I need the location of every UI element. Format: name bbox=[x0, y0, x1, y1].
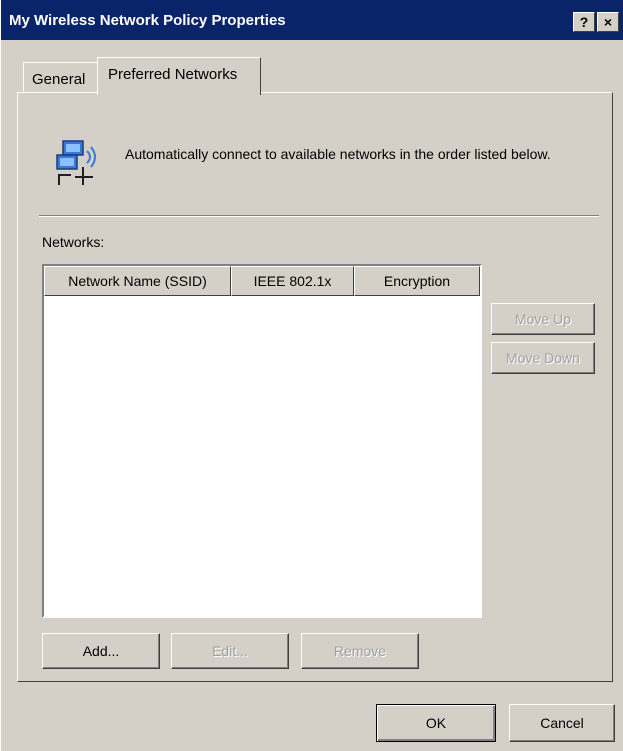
help-icon[interactable]: ? bbox=[573, 12, 595, 32]
networks-list[interactable]: Network Name (SSID) IEEE 802.1x Encrypti… bbox=[42, 264, 482, 618]
tab-general[interactable]: General bbox=[23, 62, 98, 92]
window-title: My Wireless Network Policy Properties bbox=[9, 12, 286, 29]
info-text: Automatically connect to available netwo… bbox=[125, 146, 551, 162]
tab-general-label: General bbox=[32, 71, 86, 88]
remove-button[interactable]: Remove bbox=[301, 633, 419, 669]
add-button[interactable]: Add... bbox=[42, 633, 160, 669]
networks-label: Networks: bbox=[42, 234, 105, 250]
cancel-button[interactable]: Cancel bbox=[509, 704, 615, 742]
dialog-window: My Wireless Network Policy Properties ? … bbox=[0, 0, 623, 751]
title-bar: My Wireless Network Policy Properties ? … bbox=[1, 0, 623, 40]
column-header-encryption[interactable]: Encryption bbox=[354, 266, 480, 296]
edit-button[interactable]: Edit... bbox=[171, 633, 289, 669]
move-up-button[interactable]: Move Up bbox=[491, 303, 595, 335]
move-down-button[interactable]: Move Down bbox=[491, 342, 595, 374]
ok-button[interactable]: OK bbox=[376, 704, 496, 742]
tab-preferred-networks[interactable]: Preferred Networks bbox=[97, 57, 261, 95]
separator bbox=[39, 215, 599, 217]
tab-preferred-networks-label: Preferred Networks bbox=[108, 66, 238, 83]
column-header-ssid[interactable]: Network Name (SSID) bbox=[44, 266, 231, 296]
close-icon[interactable]: × bbox=[597, 12, 619, 32]
wireless-network-icon bbox=[56, 140, 96, 185]
column-header-ieee[interactable]: IEEE 802.1x bbox=[231, 266, 354, 296]
